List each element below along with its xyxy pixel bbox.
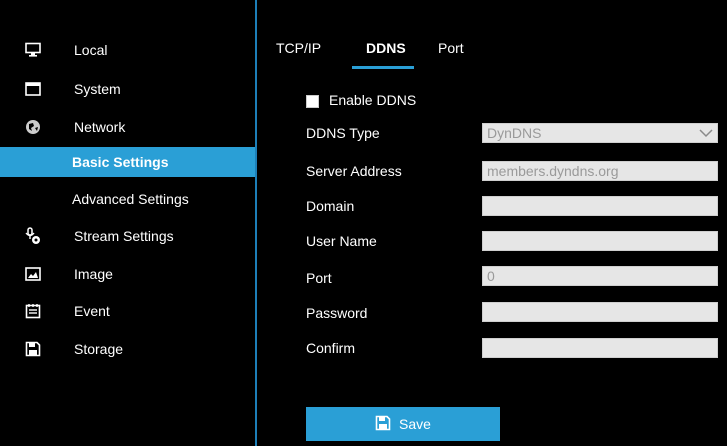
sidebar-item-label: System <box>74 81 121 97</box>
sidebar-item-local[interactable]: Local <box>0 35 255 65</box>
sidebar-item-label: Basic Settings <box>72 154 169 170</box>
stream-icon <box>24 227 42 245</box>
tab-ddns[interactable]: DDNS <box>366 40 406 56</box>
port-label: Port <box>306 270 332 286</box>
ddns-type-value: DynDNS <box>487 125 542 141</box>
globe-icon <box>24 118 42 136</box>
sidebar-item-label: Event <box>74 303 110 319</box>
domain-input[interactable] <box>482 196 718 216</box>
sidebar: Local System Network Basic Settings Adva… <box>0 0 255 446</box>
ddns-type-label: DDNS Type <box>306 125 380 141</box>
user-name-input[interactable] <box>482 231 718 251</box>
window-icon <box>24 80 42 98</box>
user-name-label: User Name <box>306 233 377 249</box>
calendar-icon <box>24 302 42 320</box>
sidebar-item-basic-settings[interactable]: Basic Settings <box>0 147 255 177</box>
sidebar-item-stream-settings[interactable]: Stream Settings <box>0 221 255 251</box>
sidebar-item-network[interactable]: Network <box>0 112 255 142</box>
save-icon <box>375 415 391 434</box>
ddns-type-select[interactable]: DynDNS <box>482 123 718 143</box>
enable-ddns-label: Enable DDNS <box>329 92 417 108</box>
tab-tcpip[interactable]: TCP/IP <box>276 40 321 56</box>
sidebar-item-label: Local <box>74 42 108 58</box>
password-input[interactable] <box>482 302 718 322</box>
confirm-label: Confirm <box>306 340 356 356</box>
chevron-down-icon <box>699 124 713 142</box>
confirm-input[interactable] <box>482 338 718 358</box>
server-address-input[interactable]: members.dyndns.org <box>482 161 718 181</box>
monitor-icon <box>24 41 42 59</box>
save-button[interactable]: Save <box>306 407 500 441</box>
sidebar-item-storage[interactable]: Storage <box>0 334 255 364</box>
sidebar-item-image[interactable]: Image <box>0 259 255 289</box>
sidebar-divider <box>255 0 257 446</box>
floppy-icon <box>24 340 42 358</box>
save-button-label: Save <box>399 416 431 432</box>
sidebar-item-label: Storage <box>74 341 124 357</box>
password-label: Password <box>306 305 368 321</box>
sidebar-item-event[interactable]: Event <box>0 296 255 326</box>
enable-ddns-checkbox[interactable] <box>306 95 319 108</box>
sidebar-item-label: Network <box>74 119 126 135</box>
port-input[interactable]: 0 <box>482 266 718 286</box>
sidebar-item-system[interactable]: System <box>0 74 255 104</box>
active-tab-indicator <box>352 66 414 69</box>
sidebar-item-advanced-settings[interactable]: Advanced Settings <box>0 184 255 214</box>
sidebar-item-label: Advanced Settings <box>72 191 189 207</box>
domain-label: Domain <box>306 198 355 214</box>
sidebar-item-label: Stream Settings <box>74 228 174 244</box>
server-address-label: Server Address <box>306 163 402 179</box>
sidebar-item-label: Image <box>74 266 113 282</box>
tab-port[interactable]: Port <box>438 40 464 56</box>
image-icon <box>24 265 42 283</box>
